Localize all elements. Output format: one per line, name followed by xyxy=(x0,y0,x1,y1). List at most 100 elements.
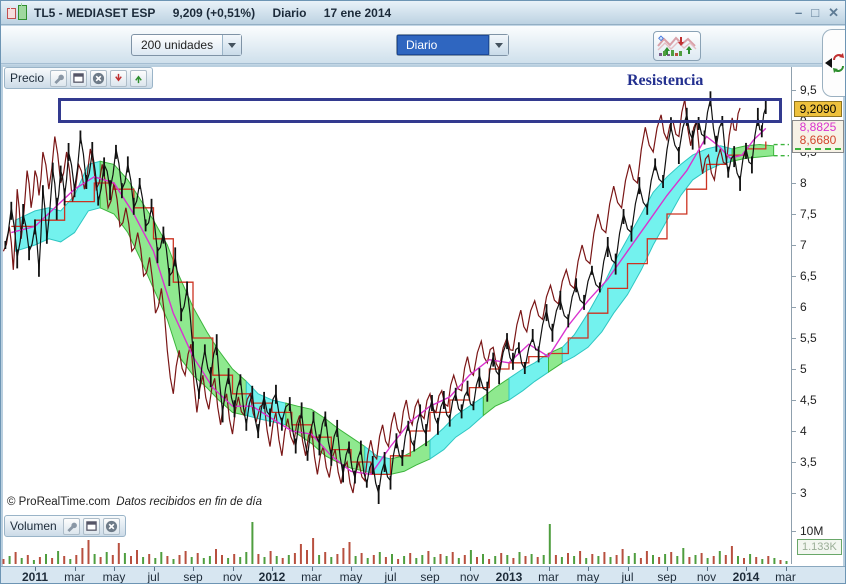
volume-bar xyxy=(706,558,709,564)
volume-bar xyxy=(245,552,248,564)
price-tick-label: 8 xyxy=(800,176,807,190)
resistance-rectangle[interactable] xyxy=(58,98,782,123)
price-tick-label: 5,5 xyxy=(800,331,817,345)
volume-bar xyxy=(433,557,436,564)
volume-bar xyxy=(184,551,187,564)
price-panel-title: Precio xyxy=(10,71,45,85)
volume-bar xyxy=(536,557,539,564)
toolbar: 200 unidades Diario xyxy=(1,26,845,64)
volume-bar xyxy=(554,555,557,564)
volume-bar xyxy=(63,556,66,564)
time-axis[interactable]: 2011 mar may jul sep nov 2012 mar may jul sep nov 20… xyxy=(1,566,845,584)
period-dropdown[interactable]: Diario xyxy=(396,34,509,56)
volume-bar xyxy=(670,552,673,564)
volume-bar xyxy=(664,554,667,564)
price-tick-mark xyxy=(791,493,796,494)
price-tick-mark xyxy=(791,338,796,339)
volume-bar xyxy=(397,559,400,564)
volume-bar xyxy=(506,555,509,564)
volume-bar xyxy=(779,560,782,564)
time-tick-label: mar xyxy=(301,570,322,584)
volume-bar xyxy=(627,556,630,564)
time-tick-label: mar xyxy=(64,570,85,584)
volume-bar xyxy=(45,554,47,564)
volume-bar xyxy=(724,555,727,564)
price-tick-label: 4 xyxy=(800,424,807,438)
volume-bar xyxy=(773,558,776,564)
time-tick-label: jul xyxy=(621,570,634,584)
volume-bar xyxy=(451,552,454,564)
volume-bar xyxy=(469,550,472,564)
close-panel-icon[interactable] xyxy=(90,69,108,87)
volume-bar xyxy=(712,556,715,564)
minimize-icon[interactable]: – xyxy=(795,5,802,20)
volume-bar xyxy=(75,555,78,564)
volume-bar xyxy=(251,522,254,564)
volume-bar xyxy=(123,553,126,564)
volume-bar xyxy=(530,554,533,564)
indicator-value-tags: 8,8825 8,6680 xyxy=(792,120,844,153)
volume-bar xyxy=(38,557,41,564)
close-panel-icon[interactable] xyxy=(102,517,120,535)
units-dropdown[interactable]: 200 unidades xyxy=(131,34,243,56)
time-tick-label: 2012 xyxy=(258,570,286,584)
volume-bar xyxy=(354,556,357,564)
time-tick-label: may xyxy=(576,570,600,584)
volume-bar xyxy=(585,558,588,564)
price-chart[interactable] xyxy=(1,65,846,514)
series-chikou xyxy=(2,99,741,494)
volume-bar xyxy=(87,540,90,564)
volume-bar xyxy=(275,556,278,564)
volume-bar xyxy=(482,554,484,564)
volume-bar xyxy=(567,553,569,564)
title-last-price: 9,209 (+0,51%) xyxy=(172,5,256,20)
move-panel-up-icon[interactable] xyxy=(130,69,148,87)
maximize-icon[interactable]: □ xyxy=(811,5,819,20)
settings-wrench-icon[interactable] xyxy=(50,69,68,87)
time-tick-label: sep xyxy=(420,570,440,584)
volume-bar xyxy=(227,558,230,564)
period-dropdown-button[interactable] xyxy=(489,35,508,55)
volume-bar xyxy=(287,555,290,564)
price-tick-label: 7 xyxy=(800,238,807,252)
detach-window-icon[interactable] xyxy=(70,69,88,87)
volume-bar xyxy=(360,553,363,564)
price-tick-mark xyxy=(791,431,796,432)
sidebar-flap[interactable] xyxy=(822,29,845,97)
volume-panel-title: Volumen xyxy=(10,519,57,533)
volume-bar xyxy=(730,546,733,564)
volume-bar xyxy=(69,559,72,564)
volume-bar xyxy=(542,555,545,564)
time-tick-label: mar xyxy=(538,570,559,584)
volume-bar xyxy=(658,557,661,564)
volume-bar xyxy=(190,557,193,564)
volume-bar xyxy=(148,554,151,564)
chart-style-button[interactable] xyxy=(653,31,701,61)
volume-bar xyxy=(57,551,60,564)
volume-bar xyxy=(130,556,132,564)
price-tick-mark xyxy=(791,400,796,401)
volume-bar xyxy=(615,555,618,564)
volume-bar xyxy=(117,543,120,564)
volume-bar xyxy=(14,552,17,564)
units-dropdown-button[interactable] xyxy=(222,35,242,55)
volume-bar xyxy=(81,548,84,564)
volume-bar xyxy=(51,558,54,564)
settings-wrench-icon[interactable] xyxy=(62,517,80,535)
period-dropdown-value: Diario xyxy=(397,35,489,55)
volume-bar xyxy=(682,548,685,564)
close-icon[interactable]: ✕ xyxy=(828,5,839,20)
move-panel-down-icon[interactable] xyxy=(110,69,128,87)
price-tick-label: 9,5 xyxy=(800,83,817,97)
volume-bar xyxy=(457,558,460,564)
cloud-edge-dash xyxy=(795,148,841,150)
candlestick-logo-icon xyxy=(7,3,27,20)
copyright-line: © ProRealTime.com Datos recibidos en fin … xyxy=(7,496,263,508)
ichimoku-cloud-green xyxy=(548,346,563,374)
volume-bar xyxy=(20,558,23,564)
title-symbol: TL5 - MEDIASET ESP xyxy=(34,5,156,20)
chevron-down-icon xyxy=(228,42,237,48)
time-tick-label: 2014 xyxy=(732,570,760,584)
detach-window-icon[interactable] xyxy=(82,517,100,535)
volume-bar xyxy=(136,550,138,564)
